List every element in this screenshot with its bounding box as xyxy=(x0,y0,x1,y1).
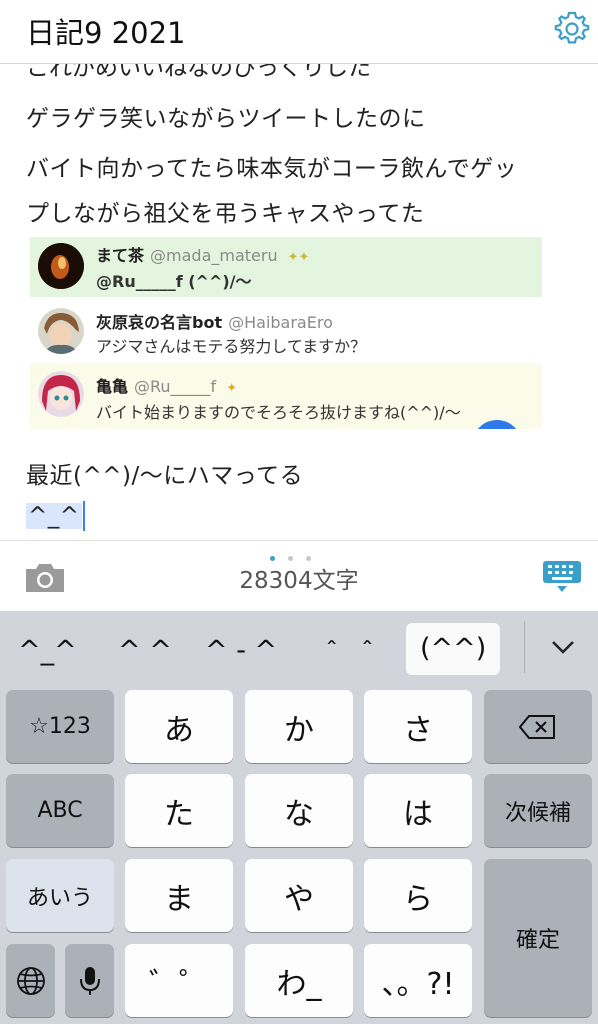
candidate-separator xyxy=(524,621,525,673)
character-count: 28304文字 xyxy=(239,568,359,594)
tweet-item: 亀亀 @Ru_____f ✦ バイト始まりますのでそろそろ抜けますね(^^)/〜 xyxy=(30,363,542,429)
note-line: ゲラゲラ笑いながらツイートしたのに xyxy=(26,106,426,132)
key-ka[interactable]: か xyxy=(245,690,353,763)
key-ya[interactable]: や xyxy=(245,859,353,932)
delete-icon xyxy=(519,714,555,739)
marked-text: ^_^ xyxy=(26,502,82,529)
embedded-tweets-image: まて茶 @mada_materu ✦✦ @Ru_____f (^^)/〜 灰原哀の名… xyxy=(30,237,542,429)
delete-key[interactable] xyxy=(484,690,592,763)
tweet-author: 亀亀 @Ru_____f ✦ xyxy=(96,377,238,396)
key-ha[interactable]: は xyxy=(364,774,472,847)
tweet-item: まて茶 @mada_materu ✦✦ @Ru_____f (^^)/〜 xyxy=(30,237,542,297)
key-a[interactable]: あ xyxy=(125,690,233,763)
avatar xyxy=(38,243,84,289)
typed-text-line[interactable]: ^_^ xyxy=(26,501,85,531)
note-line: 最近(^^)/〜にハマってる xyxy=(26,463,304,489)
editor-toolbar: 28304文字 xyxy=(0,540,598,611)
candidate-item[interactable]: ^_^ xyxy=(18,635,77,666)
tweet-text: アジマさんはモテる努力してますか？ xyxy=(96,337,367,356)
tweet-author: 灰原哀の名言bot @HaibaraEro xyxy=(96,313,333,332)
floating-action-button xyxy=(472,420,522,470)
app-header: 日記9 2021 xyxy=(0,0,598,64)
note-editor[interactable]: これがめいいねなのびっくりした ゲラゲラ笑いながらツイートしたのに バイト向かっ… xyxy=(0,64,598,540)
tweet-text: @Ru_____f (^^)/〜 xyxy=(96,272,252,291)
key-sa[interactable]: さ xyxy=(364,690,472,763)
candidate-item[interactable]: ＾ ＾ xyxy=(318,635,381,674)
gear-icon[interactable] xyxy=(553,10,591,48)
avatar xyxy=(38,308,84,354)
candidate-bar: ^_^ ^ ^ ^ - ^ ＾ ＾ (^^) xyxy=(0,611,598,687)
note-line: バイト向かってたら味本気がコーラ飲んでゲッ xyxy=(26,156,518,182)
key-ta[interactable]: た xyxy=(125,774,233,847)
dakuten-key[interactable]: ゛゜ xyxy=(125,944,233,1017)
note-line: これがめいいねなのびっくりした xyxy=(26,64,371,81)
candidate-item[interactable]: ^ ^ xyxy=(118,635,172,666)
candidate-item-selected[interactable]: (^^) xyxy=(406,623,501,675)
key-na[interactable]: な xyxy=(245,774,353,847)
microphone-icon xyxy=(79,966,100,995)
candidate-item[interactable]: ^ - ^ xyxy=(205,635,277,666)
globe-key[interactable] xyxy=(6,944,55,1017)
confirm-key[interactable]: 確定 xyxy=(484,859,592,1017)
japanese-keyboard: ^_^ ^ ^ ^ - ^ ＾ ＾ (^^) ☆123 あ か さ ABC た … xyxy=(0,611,598,1024)
tweet-author: まて茶 @mada_materu ✦✦ xyxy=(96,246,310,265)
key-ma[interactable]: ま xyxy=(125,859,233,932)
text-caret xyxy=(82,501,85,531)
tweet-text: バイト始まりますのでそろそろ抜けますね(^^)/〜 xyxy=(96,403,461,422)
symbol-numbers-key[interactable]: ☆123 xyxy=(6,690,114,763)
note-line: プしながら祖父を弔うキャスやってた xyxy=(26,201,425,227)
page-title: 日記9 2021 xyxy=(26,16,186,50)
keyboard-icon[interactable] xyxy=(541,559,583,593)
next-candidate-key[interactable]: 次候補 xyxy=(484,774,592,847)
globe-icon xyxy=(16,966,45,995)
punctuation-key[interactable]: 、。?! xyxy=(364,944,472,1017)
chevron-down-icon[interactable] xyxy=(549,633,577,661)
kana-key[interactable]: あいう xyxy=(6,859,114,932)
key-wa[interactable]: わ_ xyxy=(245,944,353,1017)
microphone-key[interactable] xyxy=(65,944,114,1017)
abc-key[interactable]: ABC xyxy=(6,774,114,847)
tweet-item: 灰原哀の名言bot @HaibaraEro アジマさんはモテる努力してますか？ xyxy=(30,303,542,361)
key-ra[interactable]: ら xyxy=(364,859,472,932)
avatar xyxy=(38,371,84,417)
